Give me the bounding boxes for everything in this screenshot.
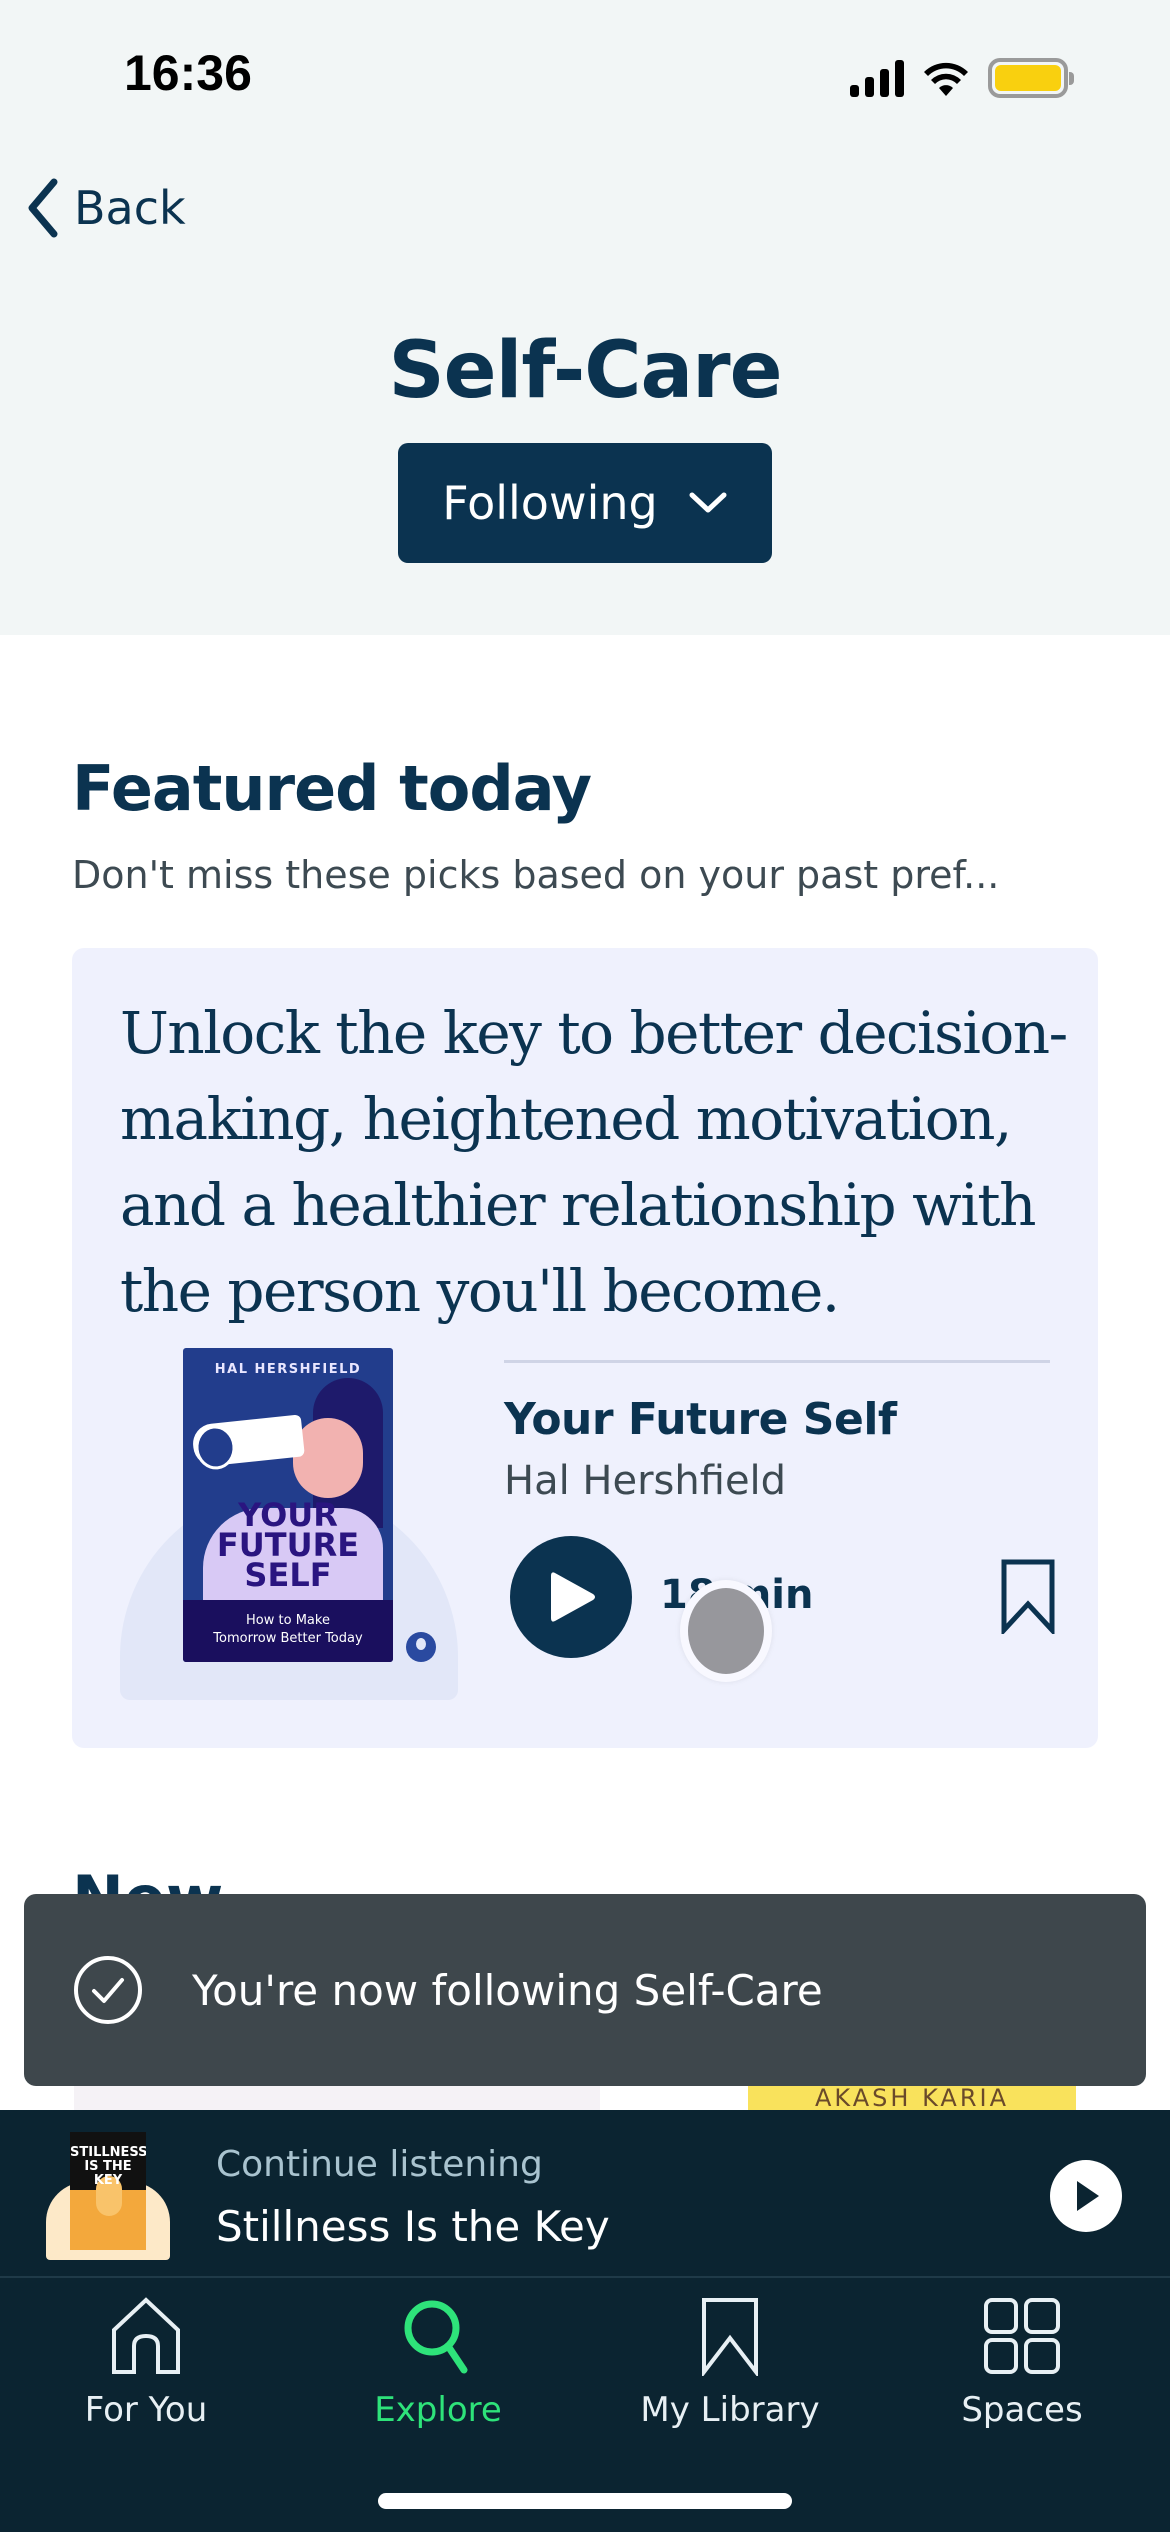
tab-label: My Library	[640, 2390, 820, 2430]
status-bar: 16:36	[0, 0, 1170, 150]
following-dropdown-button[interactable]: Following	[398, 443, 772, 563]
tab-explore[interactable]: Explore	[328, 2296, 548, 2456]
play-button[interactable]	[510, 1536, 632, 1658]
cover-subtitle: How to Make Tomorrow Better Today	[183, 1600, 393, 1662]
toast-notification: You're now following Self-Care	[24, 1894, 1146, 2086]
cover-art: HAL HERSHFIELD YOUR FUTURE SELF How to M…	[183, 1348, 393, 1662]
mini-player[interactable]: STILLNESS IS THE KEY Continue listening …	[0, 2110, 1170, 2278]
wifi-icon	[924, 62, 968, 96]
tab-my-library[interactable]: My Library	[620, 2296, 840, 2456]
play-icon	[551, 1572, 595, 1622]
back-label: Back	[74, 181, 186, 235]
tab-label: For You	[84, 2390, 208, 2430]
mini-player-play-button[interactable]	[1050, 2160, 1122, 2232]
cover-author: HAL HERSHFIELD	[214, 1362, 362, 1377]
book-title[interactable]: Your Future Self	[504, 1394, 897, 1445]
chevron-down-icon	[689, 492, 727, 513]
book-cover[interactable]: HAL HERSHFIELD YOUR FUTURE SELF How to M…	[120, 1348, 458, 1700]
tab-spaces[interactable]: Spaces	[912, 2296, 1132, 2456]
book-blurb: Unlock the key to better decision-making…	[120, 999, 1068, 1325]
book-author: Hal Hershfield	[504, 1458, 787, 1504]
mini-player-title: Stillness Is the Key	[216, 2202, 610, 2251]
featured-section-title: Featured today	[72, 752, 592, 825]
home-indicator[interactable]	[378, 2493, 792, 2509]
bookmark-icon	[702, 2298, 758, 2376]
home-icon	[112, 2297, 180, 2374]
back-button[interactable]: Back	[24, 176, 186, 240]
page-title: Self-Care	[388, 326, 783, 416]
battery-icon	[988, 57, 1074, 98]
featured-book-card[interactable]: Unlock the key to better decision-making…	[72, 948, 1098, 1748]
touch-indicator	[680, 1580, 772, 1682]
search-icon	[404, 2300, 468, 2374]
check-circle-icon	[74, 1956, 142, 2024]
toast-message: You're now following Self-Care	[192, 1965, 823, 2015]
chevron-left-icon	[28, 178, 58, 238]
cover-title: YOUR FUTURE SELF	[216, 1496, 360, 1594]
status-icons	[850, 55, 1074, 100]
cellular-signal-icon	[850, 59, 904, 97]
grid-icon	[984, 2298, 1060, 2374]
play-icon	[1077, 2181, 1099, 2211]
following-label: Following	[442, 476, 658, 530]
divider	[504, 1360, 1050, 1363]
featured-section-subtitle: Don't miss these picks based on your pas…	[72, 853, 1000, 897]
telescope-illustration	[191, 1414, 305, 1468]
mini-player-cover: STILLNESS IS THE KEY	[46, 2132, 170, 2260]
publisher-logo-icon	[406, 1632, 436, 1662]
tab-label: Spaces	[961, 2390, 1083, 2430]
bookmark-button[interactable]	[998, 1558, 1058, 1637]
mini-player-label: Continue listening	[216, 2144, 543, 2185]
tab-for-you[interactable]: For You	[36, 2296, 256, 2456]
bookmark-icon	[1001, 1559, 1055, 1637]
tab-label: Explore	[374, 2390, 502, 2430]
status-time: 16:36	[124, 45, 252, 101]
